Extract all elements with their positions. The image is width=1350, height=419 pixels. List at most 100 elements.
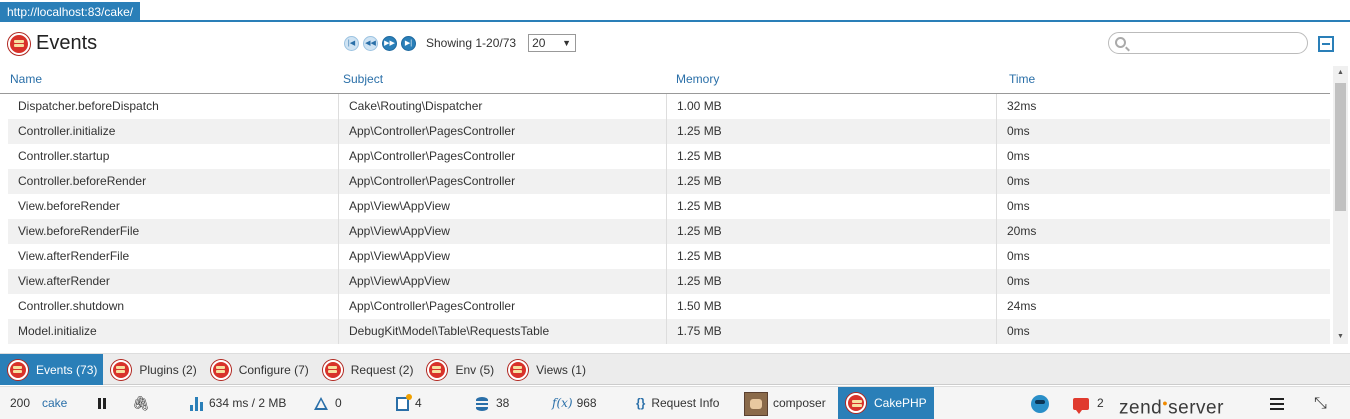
table-row[interactable]: Controller.startup App\Controller\PagesC… [8,144,1330,169]
pager: |◀ ◀◀ ▶▶ ▶| Showing 1-20/73 20 ▼ [344,34,577,52]
event-name: Controller.beforeRender [18,174,147,188]
event-name: Controller.initialize [18,124,116,138]
cakephp-logo-icon [8,359,28,380]
events-table: Dispatcher.beforeDispatch Cake\Routing\D… [8,94,1330,344]
table-row[interactable]: Model.initialize DebugKit\Model\Table\Re… [8,319,1330,344]
event-time: 0ms [996,194,1330,219]
zend-status-bar: 200 cake 🖇 634 ms / 2 MB 0 4 38 f(x) 968 … [0,386,1350,419]
event-subject: Cake\Routing\Dispatcher [338,94,666,119]
event-memory: 1.75 MB [666,319,996,344]
column-header-time[interactable]: Time [1009,72,1035,86]
event-memory: 1.25 MB [666,194,996,219]
caret-down-icon: ▼ [562,38,572,48]
bug-item[interactable] [1031,387,1049,419]
tab-label: Request (2) [350,362,414,377]
showing-range: Showing 1-20/73 [426,36,517,50]
column-header-name[interactable]: Name [10,72,42,86]
page-title: Events [36,32,98,54]
event-time: 0ms [996,119,1330,144]
queries-item[interactable]: 38 [476,387,509,419]
functions-count: 968 [576,396,597,410]
pause-icon[interactable] [98,387,108,419]
notes-count: 4 [415,396,422,410]
table-scrollbar[interactable]: ▲ ▼ [1333,66,1348,344]
event-subject: DebugKit\Model\Table\RequestsTable [338,319,666,344]
expand-icon[interactable]: ⤡ [1314,387,1327,419]
table-header: Name Subject Memory Time [0,66,1330,94]
event-time: 0ms [996,244,1330,269]
event-subject: App\Controller\PagesController [338,144,666,169]
messages-item[interactable]: 2 [1073,387,1104,419]
event-memory: 1.25 MB [666,119,996,144]
tab-label: Plugins (2) [139,362,197,377]
per-page-select[interactable]: 20 ▼ [528,34,577,52]
event-name: Model.initialize [18,324,97,338]
notes-item[interactable]: 4 [396,387,422,419]
event-memory: 1.50 MB [666,294,996,319]
table-row[interactable]: Controller.initialize App\Controller\Pag… [8,119,1330,144]
tab-request[interactable]: Request (2) [315,354,420,385]
cakephp-logo-icon [111,359,132,380]
cakephp-toolbar-tab[interactable]: CakePHP [838,387,934,419]
tab-views[interactable]: Views (1) [500,354,592,385]
warnings-item[interactable]: 0 [314,387,342,419]
tab-plugins[interactable]: Plugins (2) [103,354,202,385]
column-header-memory[interactable]: Memory [676,72,719,86]
scroll-thumb[interactable] [1335,83,1346,211]
scroll-down-icon[interactable]: ▼ [1333,330,1348,344]
table-row[interactable]: Dispatcher.beforeDispatch Cake\Routing\D… [8,94,1330,119]
notes-icon [396,393,412,411]
cakephp-logo-icon [322,359,343,380]
table-row[interactable]: View.afterRender App\View\AppView 1.25 M… [8,269,1330,294]
request-info-item[interactable]: {} Request Info [636,387,719,419]
column-header-subject[interactable]: Subject [343,72,383,86]
menu-icon[interactable] [1270,398,1284,410]
status-code: 200 [10,396,31,410]
functions-item[interactable]: f(x) 968 [552,387,597,419]
panel-tabs: Events (73) Plugins (2) Configure (7) Re… [0,353,1350,385]
event-name: Controller.startup [18,149,110,163]
bar-chart-icon [190,396,204,411]
event-memory: 1.00 MB [666,94,996,119]
last-page-icon[interactable]: ▶| [401,35,416,51]
event-name: View.beforeRender [18,199,120,213]
cakephp-logo-icon [210,359,231,380]
app-name-link[interactable]: cake [42,387,67,419]
event-name: View.afterRenderFile [18,249,130,263]
event-time: 0ms [996,269,1330,294]
panel-header: Events |◀ ◀◀ ▶▶ ▶| Showing 1-20/73 20 ▼ [0,24,1350,66]
event-name: Dispatcher.beforeDispatch [18,99,159,113]
composer-label: composer [773,396,826,410]
composer-item[interactable]: composer [744,387,826,419]
warning-icon [314,397,328,411]
tab-configure[interactable]: Configure (7) [203,354,315,385]
url-tab-bar: http://localhost:83/cake/ [0,0,1350,22]
composer-icon [744,391,768,416]
event-memory: 1.25 MB [666,144,996,169]
paperclip-icon[interactable]: 🖇 [132,387,150,419]
prev-page-icon[interactable]: ◀◀ [363,35,378,51]
tab-events[interactable]: Events (73) [0,354,104,385]
time-memory-value: 634 ms / 2 MB [209,396,287,410]
request-info-label: Request Info [651,396,720,410]
table-row[interactable]: View.beforeRenderFile App\View\AppView 1… [8,219,1330,244]
search-input[interactable] [1108,32,1308,54]
bug-icon [1031,394,1049,413]
event-subject: App\Controller\PagesController [338,294,666,319]
event-name: Controller.shutdown [18,299,125,313]
first-page-icon[interactable]: |◀ [344,35,359,51]
table-row[interactable]: Controller.shutdown App\Controller\Pages… [8,294,1330,319]
time-memory-item[interactable]: 634 ms / 2 MB [190,387,286,419]
table-row[interactable]: Controller.beforeRender App\Controller\P… [8,169,1330,194]
event-time: 32ms [996,94,1330,119]
next-page-icon[interactable]: ▶▶ [382,35,397,51]
collapse-icon[interactable] [1318,36,1334,52]
table-row[interactable]: View.afterRenderFile App\View\AppView 1.… [8,244,1330,269]
scroll-up-icon[interactable]: ▲ [1333,66,1348,80]
url-tab[interactable]: http://localhost:83/cake/ [0,2,141,22]
cakephp-logo-icon [8,33,30,55]
warnings-count: 0 [335,396,342,410]
tab-env[interactable]: Env (5) [419,354,500,385]
event-subject: App\Controller\PagesController [338,169,666,194]
table-row[interactable]: View.beforeRender App\View\AppView 1.25 … [8,194,1330,219]
